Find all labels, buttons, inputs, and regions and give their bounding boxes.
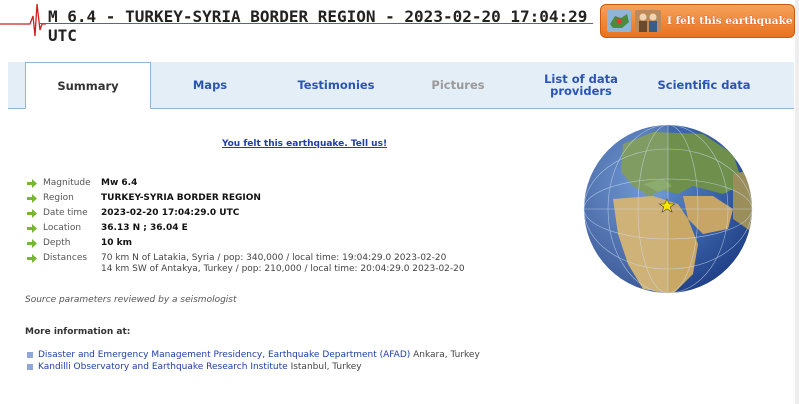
arrow-right-icon [27, 224, 37, 233]
tab-data-providers[interactable]: List of data providers [533, 62, 629, 108]
param-value: 36.13 N ; 36.04 E [101, 223, 188, 233]
source-item-afad: Disaster and Emergency Management Presid… [27, 350, 480, 360]
param-value: 70 km N of Latakia, Syria / pop: 340,000… [101, 253, 465, 275]
param-depth: Depth 10 km [27, 238, 132, 253]
param-value: TURKEY-SYRIA BORDER REGION [101, 193, 261, 203]
param-key: Location [43, 223, 82, 233]
globe-map-icon [583, 124, 753, 294]
source-city: Istanbul, Turkey [287, 362, 362, 372]
param-key: Region [43, 193, 74, 203]
felt-earthquake-button[interactable]: I felt this earthquake [600, 4, 795, 38]
arrow-right-icon [27, 254, 37, 263]
review-note: Source parameters reviewed by a seismolo… [25, 295, 237, 305]
param-value: 2023-02-20 17:04:29.0 UTC [101, 208, 240, 218]
more-info-heading: More information at: [25, 327, 131, 337]
bullet-icon [27, 352, 33, 358]
source-link[interactable]: Kandilli Observatory and Earthquake Rese… [38, 362, 288, 372]
param-value: 10 km [101, 238, 133, 248]
tab-testimonies[interactable]: Testimonies [276, 62, 396, 108]
tab-maps[interactable]: Maps [170, 62, 250, 108]
param-datetime: Date time 2023-02-20 17:04:29.0 UTC [27, 208, 239, 223]
tab-bar: Summary Maps Testimonies Pictures List o… [8, 62, 794, 109]
felt-earthquake-link[interactable]: You felt this earthquake. Tell us! [0, 139, 609, 149]
param-key: Date time [43, 208, 88, 218]
param-region: Region TURKEY-SYRIA BORDER REGION [27, 193, 261, 208]
distance-line-1: 70 km N of Latakia, Syria / pop: 340,000… [101, 253, 447, 263]
map-icon [607, 10, 631, 32]
param-distances: Distances 70 km N of Latakia, Syria / po… [27, 253, 465, 277]
param-key: Distances [43, 253, 88, 263]
param-key: Depth [43, 238, 71, 248]
seismogram-logo-icon [0, 3, 46, 37]
arrow-right-icon [27, 194, 37, 203]
arrow-right-icon [27, 239, 37, 248]
source-city: Ankara, Turkey [410, 350, 480, 360]
param-key: Magnitude [43, 178, 91, 188]
arrow-right-icon [27, 209, 37, 218]
param-magnitude: Magnitude Mw 6.4 [27, 178, 137, 193]
tab-summary[interactable]: Summary [25, 62, 151, 109]
distance-line-2: 14 km SW of Antakya, Turkey / pop: 210,0… [101, 264, 465, 274]
felt-button-label: I felt this earthquake [667, 15, 793, 27]
tab-scientific-data[interactable]: Scientific data [649, 62, 759, 108]
source-item-kandilli: Kandilli Observatory and Earthquake Rese… [27, 362, 362, 372]
param-value: Mw 6.4 [101, 178, 138, 188]
page-title: M 6.4 - TURKEY-SYRIA BORDER REGION - 202… [48, 7, 588, 45]
arrow-right-icon [27, 179, 37, 188]
param-location: Location 36.13 N ; 36.04 E [27, 223, 188, 238]
bullet-icon [27, 364, 33, 370]
source-link[interactable]: Disaster and Emergency Management Presid… [38, 350, 410, 360]
scrollbar[interactable] [795, 0, 799, 404]
tab-pictures: Pictures [431, 78, 485, 92]
people-icon [635, 10, 661, 32]
